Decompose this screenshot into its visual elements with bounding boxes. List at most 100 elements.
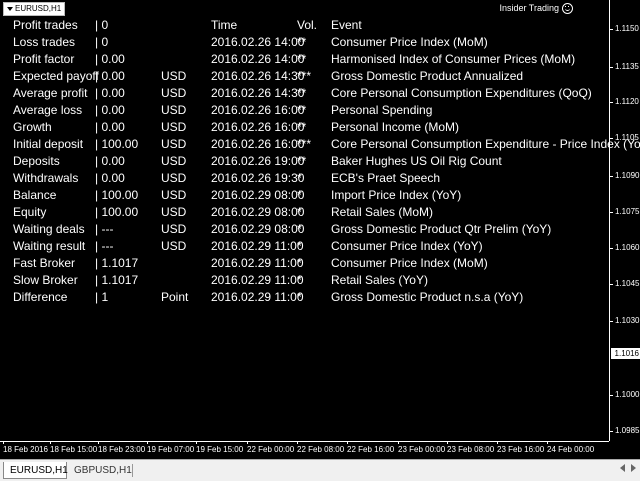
event-vol: ** <box>297 120 307 134</box>
event-name: Harmonised Index of Consumer Prices (MoM… <box>331 52 576 66</box>
stat-label: Profit factor <box>13 52 75 66</box>
event-name: Retail Sales (YoY) <box>331 273 428 287</box>
event-vol: *** <box>297 137 312 151</box>
time-label: 22 Feb 16:00 <box>347 441 395 454</box>
event-name: Import Price Index (YoY) <box>331 188 462 202</box>
stat-row: Difference | 1 Point 2016.02.29 11:00 * … <box>0 289 609 306</box>
stat-unit: USD <box>161 86 187 100</box>
time-label: 18 Feb 23:00 <box>98 441 146 454</box>
stat-label: Expected payoff <box>13 69 99 83</box>
event-vol: * <box>297 222 302 236</box>
stat-label: Difference <box>13 290 68 304</box>
chart-tabs-bar: EURUSD,H1 GBPUSD,H1 <box>0 459 640 481</box>
time-label: 23 Feb 16:00 <box>497 441 545 454</box>
stat-row: Profit trades | 0 <box>0 17 609 34</box>
event-time: 2016.02.26 19:00 <box>211 154 305 168</box>
stat-value: | --- <box>95 222 114 236</box>
stat-value: | 0.00 <box>95 103 125 117</box>
event-vol: * <box>297 171 302 185</box>
current-price-label: 1.1016 <box>611 348 640 359</box>
event-vol: * <box>297 273 302 287</box>
stat-unit: USD <box>161 154 187 168</box>
event-vol: ** <box>297 154 307 168</box>
event-time: 2016.02.26 14:00 <box>211 52 305 66</box>
stat-label: Average loss <box>13 103 83 117</box>
stat-value: | 100.00 <box>95 188 139 202</box>
stat-value: | 0.00 <box>95 120 125 134</box>
event-name: Retail Sales (MoM) <box>331 205 434 219</box>
symbol-tab[interactable]: EURUSD,H1 <box>3 2 66 16</box>
stat-label: Balance <box>13 188 57 202</box>
stat-label: Average profit <box>13 86 88 100</box>
stat-row: Withdrawals | 0.00 USD 2016.02.26 19:30 … <box>0 170 609 187</box>
stat-row: Loss trades | 0 2016.02.26 14:00 ** Cons… <box>0 34 609 51</box>
tab-separator <box>132 464 133 477</box>
stat-row: Waiting result | --- USD 2016.02.29 11:0… <box>0 238 609 255</box>
event-time: 2016.02.26 14:30 <box>211 69 305 83</box>
price-axis[interactable]: 1.1150 1.1135 1.1120 1.1105 1.1090 1.107… <box>609 0 640 441</box>
stat-value: | 100.00 <box>95 205 139 219</box>
event-time: 2016.02.26 19:30 <box>211 171 305 185</box>
stat-value: | 1.1017 <box>95 273 139 287</box>
stat-value: | 0.00 <box>95 171 125 185</box>
stat-row: Profit factor | 0.00 2016.02.26 14:00 **… <box>0 51 609 68</box>
stat-value: | 0 <box>95 18 109 32</box>
stat-row: Equity | 100.00 USD 2016.02.29 08:00 * R… <box>0 204 609 221</box>
stat-value: | 1.1017 <box>95 256 139 270</box>
stat-label: Profit trades <box>13 18 78 32</box>
stat-label: Growth <box>13 120 52 134</box>
tab-gbpusd[interactable]: GBPUSD,H1 <box>68 462 132 479</box>
stat-value: | 100.00 <box>95 137 139 151</box>
stat-value: | 0 <box>95 35 109 49</box>
time-axis[interactable]: 18 Feb 2016 18 Feb 15:00 18 Feb 23:00 19… <box>0 441 609 459</box>
event-time: 2016.02.29 11:00 <box>211 256 304 270</box>
stat-unit: USD <box>161 188 187 202</box>
stat-row: Deposits | 0.00 USD 2016.02.26 19:00 ** … <box>0 153 609 170</box>
event-time: 2016.02.29 08:00 <box>211 222 305 236</box>
event-vol: ** <box>297 103 307 117</box>
event-time: 2016.02.29 11:00 <box>211 273 304 287</box>
expert-brand[interactable]: Insider Trading <box>499 2 573 15</box>
tab-scroll <box>620 464 636 472</box>
stat-label: Initial deposit <box>13 137 84 151</box>
time-label: 19 Feb 07:00 <box>147 441 195 454</box>
stat-unit: USD <box>161 69 187 83</box>
event-name: Gross Domestic Product Qtr Prelim (YoY) <box>331 222 552 236</box>
stat-row: Initial deposit | 100.00 USD 2016.02.26 … <box>0 136 640 153</box>
stat-unit: USD <box>161 222 187 236</box>
event-time: 2016.02.26 16:00 <box>211 120 305 134</box>
scroll-right-icon[interactable] <box>631 464 636 472</box>
time-label: 22 Feb 08:00 <box>297 441 345 454</box>
time-label: 18 Feb 15:00 <box>50 441 98 454</box>
event-vol: * <box>297 188 302 202</box>
event-time: 2016.02.29 11:00 <box>211 239 304 253</box>
stat-value: | 0.00 <box>95 86 125 100</box>
event-name: Personal Income (MoM) <box>331 120 460 134</box>
tab-eurusd[interactable]: EURUSD,H1 <box>3 462 68 479</box>
event-vol: * <box>297 290 302 304</box>
event-time: 2016.02.26 16:00 <box>211 103 305 117</box>
stat-unit: Point <box>161 290 189 304</box>
chart-title-bar: EURUSD,H1 Insider Trading <box>0 0 609 16</box>
stat-row: Fast Broker | 1.1017 2016.02.29 11:00 * … <box>0 255 609 272</box>
event-name: Consumer Price Index (YoY) <box>331 239 483 253</box>
event-name: Core Personal Consumption Expenditures (… <box>331 86 592 100</box>
event-time: 2016.02.26 16:00 <box>211 137 305 151</box>
event-name: Consumer Price Index (MoM) <box>331 256 488 270</box>
stat-unit: USD <box>161 239 187 253</box>
stat-row: Average profit | 0.00 USD 2016.02.26 14:… <box>0 85 609 102</box>
event-time: 2016.02.29 08:00 <box>211 205 305 219</box>
stat-value: | 0.00 <box>95 52 125 66</box>
stat-label: Waiting result <box>13 239 86 253</box>
stat-row: Balance | 100.00 USD 2016.02.29 08:00 * … <box>0 187 609 204</box>
scroll-left-icon[interactable] <box>620 464 625 472</box>
stat-row: Waiting deals | --- USD 2016.02.29 08:00… <box>0 221 609 238</box>
stat-value: | 1 <box>95 290 109 304</box>
stat-label: Fast Broker <box>13 256 76 270</box>
event-vol: * <box>297 256 302 270</box>
event-vol: ** <box>297 86 307 100</box>
stat-row: Expected payoff | 0.00 USD 2016.02.26 14… <box>0 68 609 85</box>
event-vol: *** <box>297 69 312 83</box>
event-vol: ** <box>297 52 307 66</box>
stat-row: Average loss | 0.00 USD 2016.02.26 16:00… <box>0 102 609 119</box>
